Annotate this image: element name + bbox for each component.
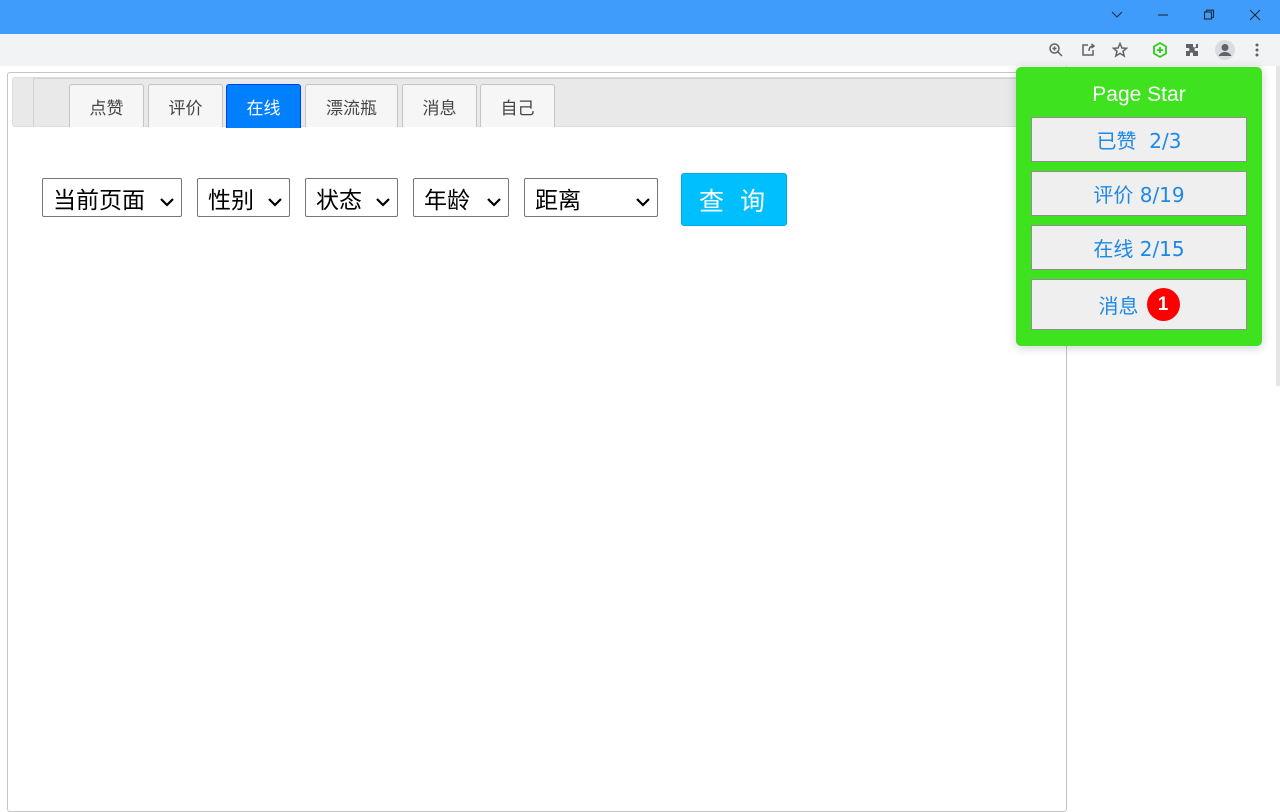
tab-drift-bottle[interactable]: 漂流瓶 xyxy=(305,84,398,127)
close-window-icon[interactable] xyxy=(1232,0,1278,30)
query-button[interactable]: 查 询 xyxy=(681,173,787,226)
tab-messages[interactable]: 消息 xyxy=(402,84,477,127)
tab-search-icon[interactable] xyxy=(1094,0,1140,30)
reviews-button[interactable]: 评价 8/19 xyxy=(1031,171,1247,216)
gender-select[interactable]: 性别 xyxy=(197,178,290,217)
extension-puzzle-green-icon[interactable] xyxy=(1150,40,1170,60)
share-icon[interactable] xyxy=(1078,40,1098,60)
tabs-bar: 点赞 评价 在线 漂流瓶 消息 自己 xyxy=(33,78,1043,128)
address-bar[interactable] xyxy=(0,36,1138,66)
restore-icon[interactable] xyxy=(1186,0,1232,30)
minimize-icon[interactable] xyxy=(1140,0,1186,30)
tab-self[interactable]: 自己 xyxy=(480,84,555,127)
scrollbar[interactable] xyxy=(1276,66,1280,386)
page-star-title: Page Star xyxy=(1092,83,1186,106)
online-button[interactable]: 在线 2/15 xyxy=(1031,225,1247,270)
gender-select-value: 性别 xyxy=(208,187,254,214)
window-titlebar xyxy=(0,0,1280,34)
page-select-value: 当前页面 xyxy=(53,187,145,214)
star-icon[interactable] xyxy=(1110,40,1130,60)
profile-icon[interactable] xyxy=(1214,39,1236,61)
notification-badge: 1 xyxy=(1146,288,1180,321)
chevron-down-icon xyxy=(635,190,651,207)
status-select-value: 状态 xyxy=(316,187,362,214)
chevron-down-icon xyxy=(375,190,391,207)
chevron-down-icon xyxy=(159,190,175,207)
chevron-down-icon xyxy=(486,190,502,207)
dialog-panel: 点赞 评价 在线 漂流瓶 消息 自己 当前页面 性别 状态 年龄 距离 查 询 xyxy=(7,72,1067,812)
extensions-icon[interactable] xyxy=(1182,40,1202,60)
age-select-value: 年龄 xyxy=(424,187,470,214)
dialog-header: 点赞 评价 在线 漂流瓶 消息 自己 xyxy=(12,77,1062,128)
messages-button[interactable]: 消息 1 xyxy=(1031,279,1247,330)
reviews-label: 评价 8/19 xyxy=(1093,183,1185,207)
page-star-panel: Page Star 已赞 2/3 评价 8/19 在线 2/15 消息 1 xyxy=(1016,67,1262,346)
messages-label: 消息 xyxy=(1098,294,1139,318)
chevron-down-icon xyxy=(267,190,283,207)
distance-select-value: 距离 xyxy=(535,187,581,214)
tab-reviews[interactable]: 评价 xyxy=(148,84,223,127)
online-label: 在线 2/15 xyxy=(1093,237,1185,261)
liked-label: 已赞 2/3 xyxy=(1096,129,1182,153)
distance-select[interactable]: 距离 xyxy=(524,178,658,217)
tab-online[interactable]: 在线 xyxy=(226,84,301,128)
age-select[interactable]: 年龄 xyxy=(413,178,509,217)
more-menu-icon[interactable] xyxy=(1247,40,1267,60)
zoom-icon[interactable] xyxy=(1046,40,1066,60)
status-select[interactable]: 状态 xyxy=(305,178,398,217)
liked-button[interactable]: 已赞 2/3 xyxy=(1031,117,1247,162)
browser-toolbar xyxy=(0,34,1280,66)
tab-likes[interactable]: 点赞 xyxy=(69,84,144,127)
page-select[interactable]: 当前页面 xyxy=(42,178,182,217)
